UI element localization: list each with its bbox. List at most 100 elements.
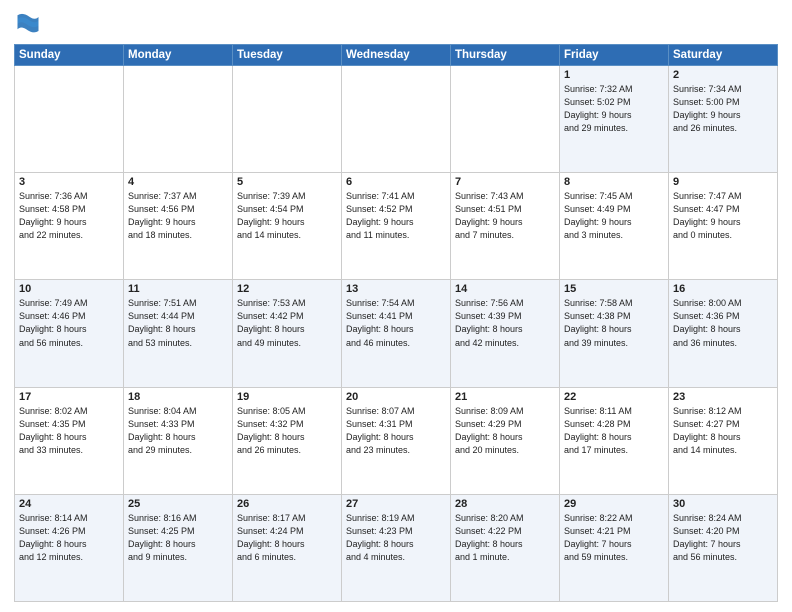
day-number: 2	[673, 69, 773, 81]
cell-3-6: 23Sunrise: 8:12 AMSunset: 4:27 PMDayligh…	[669, 387, 778, 494]
weekday-header-row: SundayMondayTuesdayWednesdayThursdayFrid…	[15, 45, 778, 66]
day-info: Sunrise: 8:20 AMSunset: 4:22 PMDaylight:…	[455, 512, 555, 564]
calendar-table: SundayMondayTuesdayWednesdayThursdayFrid…	[14, 44, 778, 602]
page: SundayMondayTuesdayWednesdayThursdayFrid…	[0, 0, 792, 612]
cell-1-0: 3 Sunrise: 7:36 AMSunset: 4:58 PMDaylight…	[15, 173, 124, 280]
day-number: 1	[564, 69, 664, 81]
cell-4-0: 24Sunrise: 8:14 AMSunset: 4:26 PMDayligh…	[15, 494, 124, 601]
day-info: Sunrise: 8:14 AMSunset: 4:26 PMDaylight:…	[19, 512, 119, 564]
day-info: Sunrise: 8:04 AMSunset: 4:33 PMDaylight:…	[128, 405, 228, 457]
day-info: Sunrise: 8:05 AMSunset: 4:32 PMDaylight:…	[237, 405, 337, 457]
week-row-4: 17 Sunrise: 8:02 AMSunset: 4:35 PMDayligh…	[15, 387, 778, 494]
day-info: Sunrise: 7:53 AMSunset: 4:42 PMDaylight:…	[237, 297, 337, 349]
day-info: Sunrise: 7:54 AMSunset: 4:41 PMDaylight:…	[346, 297, 446, 349]
day-number: 10	[19, 283, 119, 295]
cell-4-6: 30Sunrise: 8:24 AMSunset: 4:20 PMDayligh…	[669, 494, 778, 601]
day-number: 21	[455, 391, 555, 403]
day-number: 15	[564, 283, 664, 295]
day-number: 19	[237, 391, 337, 403]
cell-0-0	[15, 66, 124, 173]
weekday-tuesday: Tuesday	[233, 45, 342, 66]
day-number: 17	[19, 391, 119, 403]
cell-0-5: 1 Sunrise: 7:32 AMSunset: 5:02 PMDaylight…	[560, 66, 669, 173]
cell-3-1: 18 Sunrise: 8:04 AMSunset: 4:33 PMDayligh…	[124, 387, 233, 494]
day-number: 23	[673, 391, 773, 403]
cell-4-3: 27Sunrise: 8:19 AMSunset: 4:23 PMDayligh…	[342, 494, 451, 601]
day-number: 8	[564, 176, 664, 188]
day-number: 16	[673, 283, 773, 295]
cell-3-2: 19 Sunrise: 8:05 AMSunset: 4:32 PMDayligh…	[233, 387, 342, 494]
cell-0-6: 2Sunrise: 7:34 AMSunset: 5:00 PMDaylight…	[669, 66, 778, 173]
day-number: 26	[237, 498, 337, 510]
cell-1-3: 6 Sunrise: 7:41 AMSunset: 4:52 PMDaylight…	[342, 173, 451, 280]
weekday-sunday: Sunday	[15, 45, 124, 66]
day-info: Sunrise: 7:58 AMSunset: 4:38 PMDaylight:…	[564, 297, 664, 349]
day-number: 29	[564, 498, 664, 510]
day-info: Sunrise: 8:24 AMSunset: 4:20 PMDaylight:…	[673, 512, 773, 564]
cell-4-1: 25Sunrise: 8:16 AMSunset: 4:25 PMDayligh…	[124, 494, 233, 601]
header	[14, 10, 778, 38]
cell-2-4: 14Sunrise: 7:56 AMSunset: 4:39 PMDayligh…	[451, 280, 560, 387]
day-number: 14	[455, 283, 555, 295]
weekday-wednesday: Wednesday	[342, 45, 451, 66]
day-number: 28	[455, 498, 555, 510]
day-number: 9	[673, 176, 773, 188]
week-row-2: 3 Sunrise: 7:36 AMSunset: 4:58 PMDaylight…	[15, 173, 778, 280]
cell-1-5: 8 Sunrise: 7:45 AMSunset: 4:49 PMDaylight…	[560, 173, 669, 280]
cell-4-2: 26 Sunrise: 8:17 AMSunset: 4:24 PMDayligh…	[233, 494, 342, 601]
cell-4-4: 28 Sunrise: 8:20 AMSunset: 4:22 PMDayligh…	[451, 494, 560, 601]
day-info: Sunrise: 7:32 AMSunset: 5:02 PMDaylight:…	[564, 83, 664, 135]
day-info: Sunrise: 8:19 AMSunset: 4:23 PMDaylight:…	[346, 512, 446, 564]
day-info: Sunrise: 8:17 AMSunset: 4:24 PMDaylight:…	[237, 512, 337, 564]
cell-2-3: 13 Sunrise: 7:54 AMSunset: 4:41 PMDayligh…	[342, 280, 451, 387]
day-number: 13	[346, 283, 446, 295]
cell-0-2	[233, 66, 342, 173]
cell-3-3: 20 Sunrise: 8:07 AMSunset: 4:31 PMDayligh…	[342, 387, 451, 494]
weekday-saturday: Saturday	[669, 45, 778, 66]
cell-0-3	[342, 66, 451, 173]
cell-3-4: 21 Sunrise: 8:09 AMSunset: 4:29 PMDayligh…	[451, 387, 560, 494]
day-info: Sunrise: 8:09 AMSunset: 4:29 PMDaylight:…	[455, 405, 555, 457]
week-row-3: 10Sunrise: 7:49 AMSunset: 4:46 PMDayligh…	[15, 280, 778, 387]
day-number: 22	[564, 391, 664, 403]
day-info: Sunrise: 8:02 AMSunset: 4:35 PMDaylight:…	[19, 405, 119, 457]
day-info: Sunrise: 7:39 AMSunset: 4:54 PMDaylight:…	[237, 190, 337, 242]
day-number: 11	[128, 283, 228, 295]
day-info: Sunrise: 7:41 AMSunset: 4:52 PMDaylight:…	[346, 190, 446, 242]
day-number: 20	[346, 391, 446, 403]
day-info: Sunrise: 8:11 AMSunset: 4:28 PMDaylight:…	[564, 405, 664, 457]
cell-3-0: 17 Sunrise: 8:02 AMSunset: 4:35 PMDayligh…	[15, 387, 124, 494]
day-number: 7	[455, 176, 555, 188]
day-number: 3	[19, 176, 119, 188]
day-info: Sunrise: 7:36 AMSunset: 4:58 PMDaylight:…	[19, 190, 119, 242]
day-number: 6	[346, 176, 446, 188]
cell-0-1	[124, 66, 233, 173]
week-row-5: 24Sunrise: 8:14 AMSunset: 4:26 PMDayligh…	[15, 494, 778, 601]
day-number: 18	[128, 391, 228, 403]
cell-3-5: 22 Sunrise: 8:11 AMSunset: 4:28 PMDayligh…	[560, 387, 669, 494]
day-info: Sunrise: 7:51 AMSunset: 4:44 PMDaylight:…	[128, 297, 228, 349]
cell-1-1: 4 Sunrise: 7:37 AMSunset: 4:56 PMDaylight…	[124, 173, 233, 280]
cell-1-2: 5 Sunrise: 7:39 AMSunset: 4:54 PMDaylight…	[233, 173, 342, 280]
day-info: Sunrise: 8:07 AMSunset: 4:31 PMDaylight:…	[346, 405, 446, 457]
week-row-1: 1 Sunrise: 7:32 AMSunset: 5:02 PMDaylight…	[15, 66, 778, 173]
day-info: Sunrise: 8:22 AMSunset: 4:21 PMDaylight:…	[564, 512, 664, 564]
logo	[14, 10, 46, 38]
day-info: Sunrise: 8:00 AMSunset: 4:36 PMDaylight:…	[673, 297, 773, 349]
weekday-thursday: Thursday	[451, 45, 560, 66]
day-info: Sunrise: 7:45 AMSunset: 4:49 PMDaylight:…	[564, 190, 664, 242]
day-info: Sunrise: 7:37 AMSunset: 4:56 PMDaylight:…	[128, 190, 228, 242]
day-info: Sunrise: 7:47 AMSunset: 4:47 PMDaylight:…	[673, 190, 773, 242]
day-info: Sunrise: 7:43 AMSunset: 4:51 PMDaylight:…	[455, 190, 555, 242]
day-number: 5	[237, 176, 337, 188]
cell-2-2: 12 Sunrise: 7:53 AMSunset: 4:42 PMDayligh…	[233, 280, 342, 387]
cell-1-4: 7 Sunrise: 7:43 AMSunset: 4:51 PMDaylight…	[451, 173, 560, 280]
cell-0-4	[451, 66, 560, 173]
cell-2-0: 10Sunrise: 7:49 AMSunset: 4:46 PMDayligh…	[15, 280, 124, 387]
day-number: 25	[128, 498, 228, 510]
cell-2-5: 15 Sunrise: 7:58 AMSunset: 4:38 PMDayligh…	[560, 280, 669, 387]
logo-icon	[14, 10, 42, 38]
cell-4-5: 29 Sunrise: 8:22 AMSunset: 4:21 PMDayligh…	[560, 494, 669, 601]
day-number: 4	[128, 176, 228, 188]
day-number: 12	[237, 283, 337, 295]
